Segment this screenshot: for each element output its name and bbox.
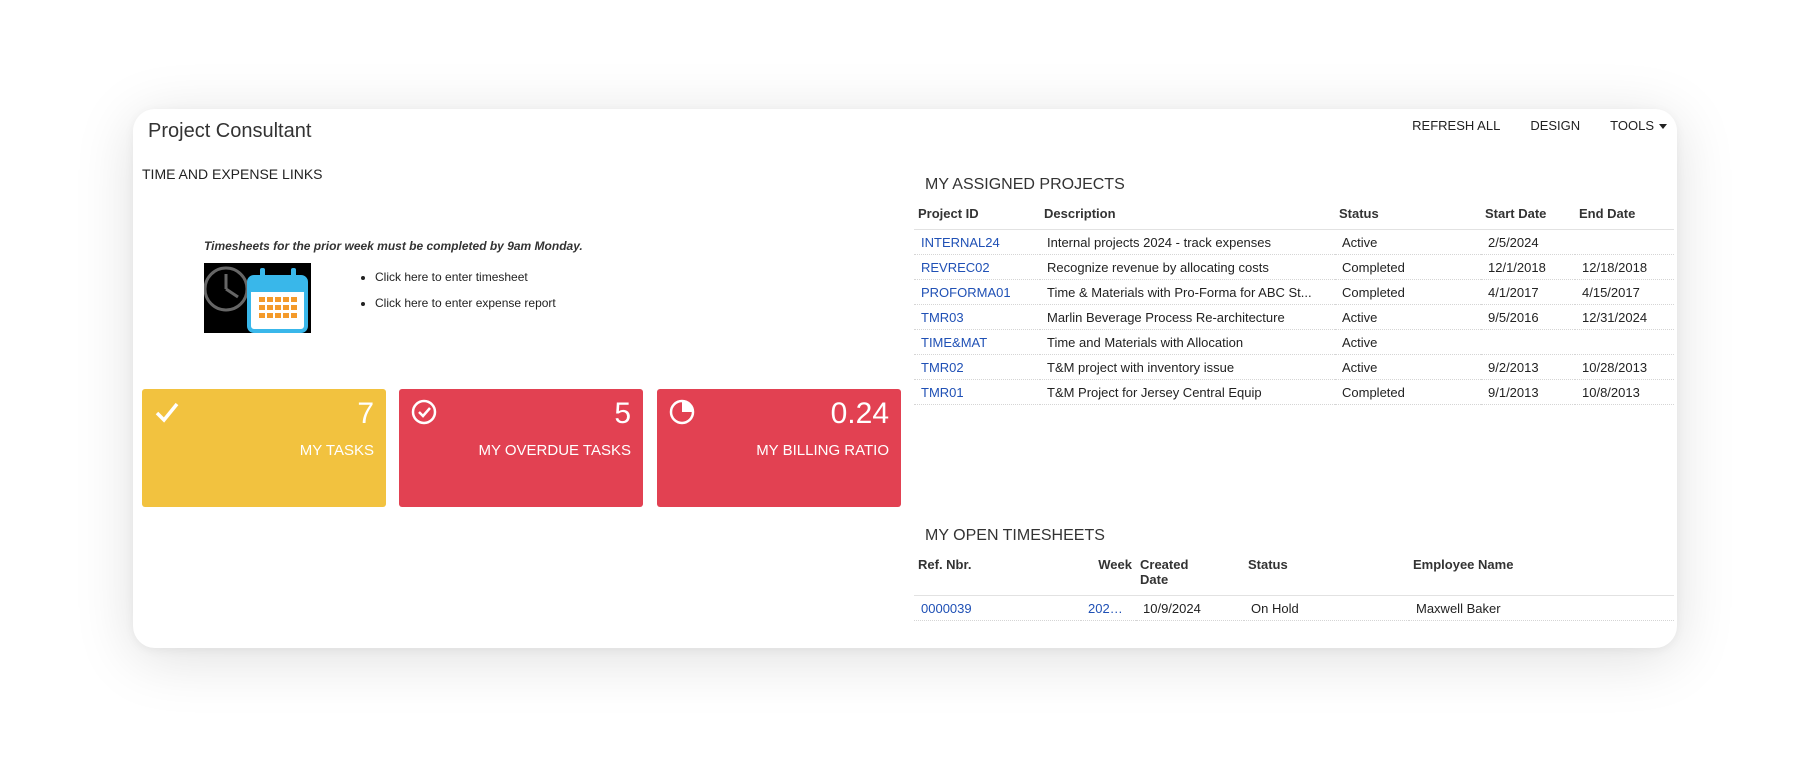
project-description: T&M Project for Jersey Central Equip (1040, 379, 1335, 405)
my-overdue-tasks-label: MY OVERDUE TASKS (478, 442, 631, 459)
timesheet-deadline-note: Timesheets for the prior week must be co… (204, 239, 583, 253)
project-description: Internal projects 2024 - track expenses (1040, 229, 1335, 255)
table-row: REVREC02 Recognize revenue by allocating… (914, 254, 1674, 280)
checkmark-icon (155, 402, 179, 423)
design-button[interactable]: DESIGN (1530, 118, 1580, 133)
project-description: Marlin Beverage Process Re-architecture (1040, 304, 1335, 330)
col-created-date[interactable]: Created Date (1136, 557, 1244, 596)
project-description: Time and Materials with Allocation (1040, 329, 1335, 355)
pie-chart-icon (669, 399, 695, 425)
my-tasks-count: 7 (357, 397, 374, 430)
page-title: Project Consultant (148, 120, 312, 142)
my-tasks-label: MY TASKS (299, 442, 374, 459)
project-id-link[interactable]: INTERNAL24 (914, 229, 1040, 255)
my-overdue-tasks-tile[interactable]: 5 MY OVERDUE TASKS (399, 389, 643, 507)
caret-down-icon (1659, 124, 1667, 130)
project-id-link[interactable]: REVREC02 (914, 254, 1040, 280)
my-billing-ratio-label: MY BILLING RATIO (756, 442, 889, 459)
my-tasks-tile[interactable]: 7 MY TASKS (142, 389, 386, 507)
project-end-date (1575, 329, 1674, 355)
project-start-date: 2/5/2024 (1481, 229, 1575, 255)
time-expense-heading: TIME AND EXPENSE LINKS (142, 166, 323, 182)
table-row: TMR01 T&M Project for Jersey Central Equ… (914, 379, 1674, 405)
timesheet-employee-name: Maxwell Baker (1409, 595, 1674, 621)
refresh-all-button[interactable]: REFRESH ALL (1412, 118, 1500, 133)
project-status: Completed (1335, 254, 1481, 280)
project-end-date: 4/15/2017 (1575, 279, 1674, 305)
project-description: Recognize revenue by allocating costs (1040, 254, 1335, 280)
timesheet-created-date: 10/9/2024 (1136, 595, 1244, 621)
enter-timesheet-link[interactable]: Click here to enter timesheet (375, 270, 556, 284)
project-id-link[interactable]: TIME&MAT (914, 329, 1040, 355)
project-status: Active (1335, 329, 1481, 355)
tools-label: TOOLS (1610, 118, 1654, 133)
toolbar: REFRESH ALL DESIGN TOOLS (1412, 118, 1667, 133)
project-id-link[interactable]: TMR01 (914, 379, 1040, 405)
enter-expense-report-link[interactable]: Click here to enter expense report (375, 296, 556, 310)
project-start-date: 4/1/2017 (1481, 279, 1575, 305)
dashboard-card: Project Consultant REFRESH ALL DESIGN TO… (133, 109, 1677, 648)
project-status: Completed (1335, 379, 1481, 405)
project-start-date (1481, 329, 1575, 355)
project-description: T&M project with inventory issue (1040, 354, 1335, 380)
col-description[interactable]: Description (1040, 206, 1335, 230)
table-row: TIME&MAT Time and Materials with Allocat… (914, 329, 1674, 355)
assigned-projects-title: MY ASSIGNED PROJECTS (925, 176, 1125, 193)
project-status: Active (1335, 354, 1481, 380)
project-id-link[interactable]: PROFORMA01 (914, 279, 1040, 305)
col-timesheet-status[interactable]: Status (1244, 557, 1409, 596)
project-start-date: 9/1/2013 (1481, 379, 1575, 405)
timesheet-status: On Hold (1244, 595, 1409, 621)
project-status: Completed (1335, 279, 1481, 305)
tools-menu-button[interactable]: TOOLS (1610, 118, 1667, 133)
project-status: Active (1335, 229, 1481, 255)
circle-check-icon (411, 399, 437, 425)
assigned-projects-table: Project ID Description Status Start Date… (914, 206, 1674, 405)
table-row: 0000039 202427 10/9/2024 On Hold Maxwell… (914, 595, 1674, 621)
open-timesheets-title: MY OPEN TIMESHEETS (925, 527, 1105, 544)
project-end-date: 10/8/2013 (1575, 379, 1674, 405)
table-row: INTERNAL24 Internal projects 2024 - trac… (914, 229, 1674, 255)
col-employee-name[interactable]: Employee Name (1409, 557, 1674, 596)
project-id-link[interactable]: TMR03 (914, 304, 1040, 330)
col-end-date[interactable]: End Date (1575, 206, 1674, 230)
project-end-date (1575, 229, 1674, 255)
my-billing-ratio-tile[interactable]: 0.24 MY BILLING RATIO (657, 389, 901, 507)
project-end-date: 12/18/2018 (1575, 254, 1674, 280)
project-start-date: 9/5/2016 (1481, 304, 1575, 330)
timesheet-week-link[interactable]: 202427 (1081, 595, 1136, 621)
table-row: PROFORMA01 Time & Materials with Pro-For… (914, 279, 1674, 305)
my-overdue-tasks-count: 5 (614, 397, 631, 430)
project-id-link[interactable]: TMR02 (914, 354, 1040, 380)
my-billing-ratio-value: 0.24 (830, 397, 889, 430)
time-expense-links: Click here to enter timesheet Click here… (355, 270, 556, 322)
created-date-header: Created Date (1140, 557, 1189, 587)
col-ref-nbr[interactable]: Ref. Nbr. (914, 557, 1081, 596)
project-end-date: 10/28/2013 (1575, 354, 1674, 380)
timesheet-ref-link[interactable]: 0000039 (914, 595, 1081, 621)
project-status: Active (1335, 304, 1481, 330)
col-project-id[interactable]: Project ID (914, 206, 1040, 230)
project-end-date: 12/31/2024 (1575, 304, 1674, 330)
project-description: Time & Materials with Pro-Forma for ABC … (1040, 279, 1335, 305)
open-timesheets-table: Ref. Nbr. Week Created Date Status Emplo… (914, 557, 1674, 621)
calendar-clock-icon (204, 263, 311, 333)
table-row: TMR03 Marlin Beverage Process Re-archite… (914, 304, 1674, 330)
table-row: TMR02 T&M project with inventory issue A… (914, 354, 1674, 380)
projects-header-row: Project ID Description Status Start Date… (914, 206, 1674, 230)
col-start-date[interactable]: Start Date (1481, 206, 1575, 230)
col-status[interactable]: Status (1335, 206, 1481, 230)
col-week[interactable]: Week (1081, 557, 1136, 596)
project-start-date: 9/2/2013 (1481, 354, 1575, 380)
project-start-date: 12/1/2018 (1481, 254, 1575, 280)
timesheets-header-row: Ref. Nbr. Week Created Date Status Emplo… (914, 557, 1674, 596)
